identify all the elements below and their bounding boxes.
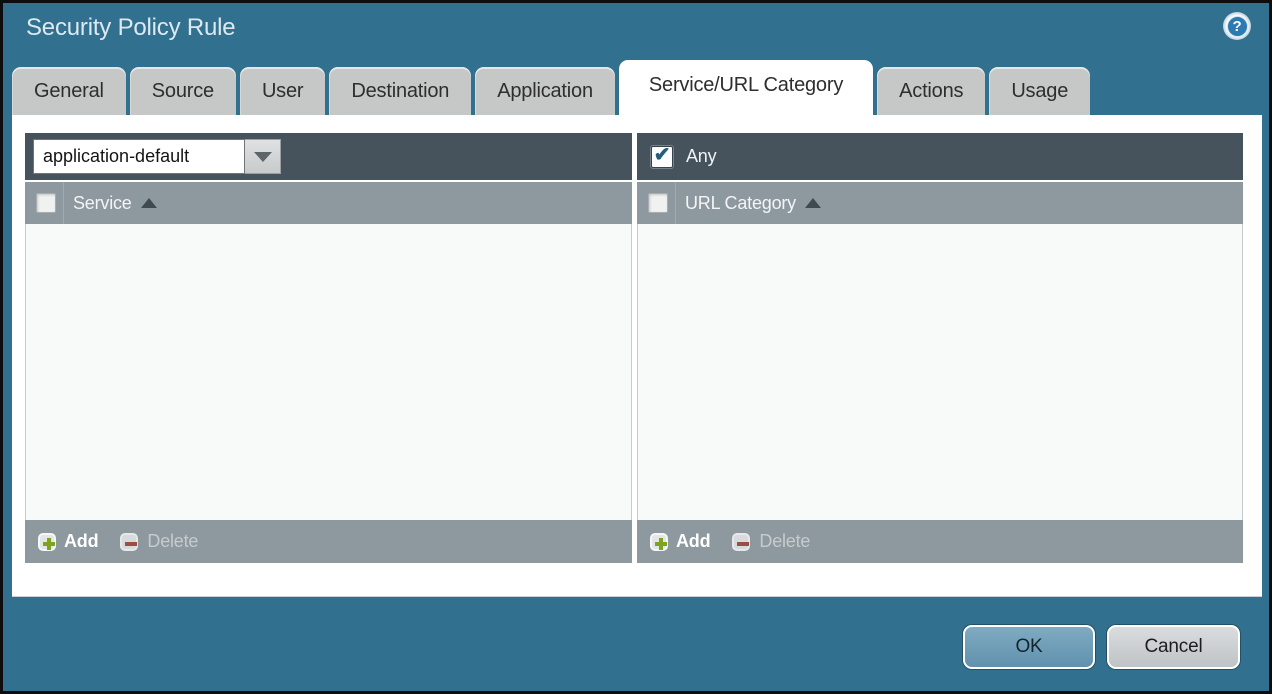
service-column-header-row: Service — [25, 182, 632, 224]
service-type-bar — [25, 133, 632, 180]
checkmark-icon: ✔ — [654, 145, 671, 165]
tab-bar: General Source User Destination Applicat… — [12, 62, 1090, 115]
tab-destination[interactable]: Destination — [329, 67, 471, 115]
tab-content: Service Add Delete ✔ Any — [12, 115, 1262, 597]
service-delete-button[interactable]: Delete — [120, 531, 198, 552]
url-category-delete-button[interactable]: Delete — [732, 531, 810, 552]
service-column-header[interactable]: Service — [73, 193, 132, 214]
tab-source[interactable]: Source — [130, 67, 236, 115]
minus-icon — [120, 533, 138, 551]
service-type-input[interactable] — [33, 139, 245, 174]
service-add-button[interactable]: Add — [38, 531, 98, 552]
any-label: Any — [686, 146, 716, 167]
help-icon[interactable]: ? — [1223, 12, 1251, 40]
service-panel: Service Add Delete — [25, 133, 632, 563]
service-panel-footer: Add Delete — [25, 520, 632, 563]
minus-icon — [732, 533, 750, 551]
tab-usage[interactable]: Usage — [989, 67, 1090, 115]
url-category-add-button[interactable]: Add — [650, 531, 710, 552]
tab-service-url-category[interactable]: Service/URL Category — [619, 60, 873, 115]
service-type-combobox — [33, 139, 281, 174]
url-category-column-header[interactable]: URL Category — [685, 193, 796, 214]
any-checkbox[interactable]: ✔ — [651, 146, 673, 168]
tab-user[interactable]: User — [240, 67, 325, 115]
service-list[interactable] — [25, 224, 632, 520]
chevron-down-icon — [254, 152, 272, 162]
url-category-column-header-row: URL Category — [637, 182, 1243, 224]
ok-button[interactable]: OK — [963, 625, 1095, 669]
url-category-list[interactable] — [637, 224, 1243, 520]
url-category-select-all-checkbox[interactable] — [648, 193, 668, 213]
sort-ascending-icon — [805, 198, 821, 208]
url-category-panel: ✔ Any URL Category Add Delete — [637, 133, 1243, 563]
plus-icon — [38, 533, 56, 551]
security-policy-rule-dialog: Security Policy Rule ? General Source Us… — [0, 0, 1272, 694]
any-bar: ✔ Any — [637, 133, 1243, 180]
tab-actions[interactable]: Actions — [877, 67, 985, 115]
url-category-panel-footer: Add Delete — [637, 520, 1243, 563]
cancel-button[interactable]: Cancel — [1107, 625, 1240, 669]
tab-application[interactable]: Application — [475, 67, 615, 115]
plus-icon — [650, 533, 668, 551]
tab-general[interactable]: General — [12, 67, 126, 115]
question-mark-icon: ? — [1227, 16, 1248, 37]
service-select-all-checkbox[interactable] — [36, 193, 56, 213]
column-divider — [675, 182, 676, 224]
column-divider — [63, 182, 64, 224]
sort-ascending-icon — [141, 198, 157, 208]
dialog-title: Security Policy Rule — [26, 14, 235, 42]
service-type-dropdown-button[interactable] — [245, 139, 281, 174]
